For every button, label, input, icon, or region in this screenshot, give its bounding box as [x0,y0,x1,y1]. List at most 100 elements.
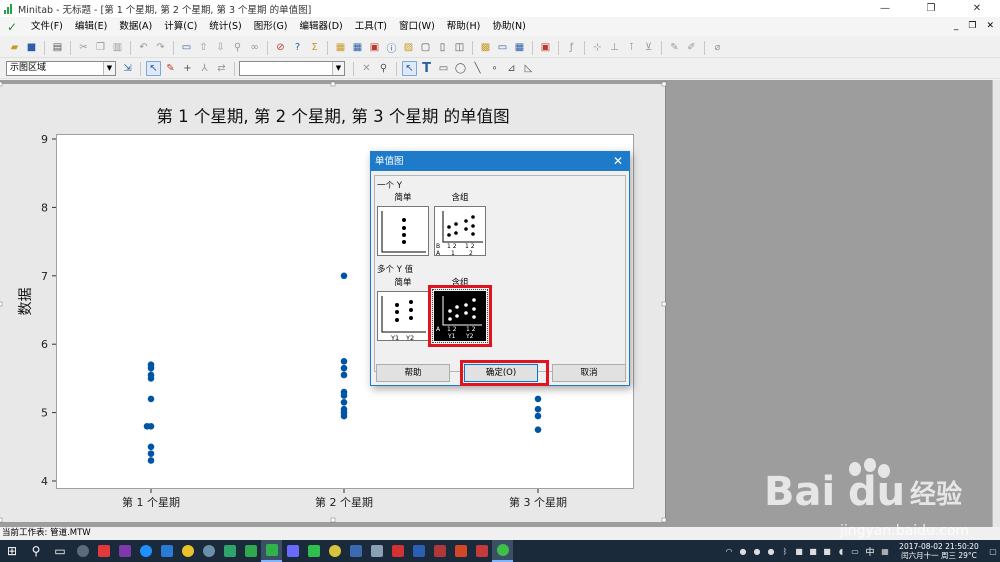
taskbar-app-icon[interactable] [366,540,387,562]
distribute-tool-icon[interactable]: ⊻ [641,40,656,55]
selection-handle[interactable] [661,301,667,307]
menu-edit[interactable]: 编辑(E) [69,17,113,36]
find-icon[interactable]: ⚲ [230,40,245,55]
report-pad-icon[interactable]: ▢ [418,40,433,55]
tile-icon[interactable]: ▭ [495,40,510,55]
print-icon[interactable]: ▤ [50,40,65,55]
edit-last-dialog-icon[interactable]: ▭ [179,40,194,55]
data-point[interactable] [147,395,155,403]
copy-icon[interactable]: ❐ [93,40,108,55]
selection-handle[interactable] [330,517,336,523]
option-multiple-y-simple[interactable]: Y1 Y2 [377,291,429,342]
windows-start-icon[interactable]: ⊞ [0,540,24,562]
taskbar-chrome-icon[interactable] [177,540,198,562]
search-icon[interactable]: ⚲ [24,540,48,562]
cut-icon[interactable]: ✂ [76,40,91,55]
taskbar-app-icon[interactable] [303,540,324,562]
ellipse-tool-icon[interactable]: ◯ [453,61,468,76]
restore-button[interactable]: ❐ [908,0,954,17]
tray-app-icon[interactable]: ■ [806,540,820,562]
data-point[interactable] [534,426,542,434]
task-view-icon[interactable]: ▭ [48,540,72,562]
menu-data[interactable]: 数据(A) [113,17,158,36]
data-point[interactable] [534,395,542,403]
data-point[interactable] [340,358,348,365]
selection-handle[interactable] [0,81,3,87]
taskbar-app-icon[interactable] [219,540,240,562]
mdi-restore-button[interactable]: ❐ [968,17,976,36]
undo-icon[interactable]: ↶ [136,40,151,55]
marker-tool-icon[interactable]: ✐ [684,40,699,55]
data-point[interactable] [340,364,348,372]
info-icon[interactable]: ⓘ [384,40,399,55]
grid-icon[interactable]: ▦ [512,40,527,55]
data-point[interactable] [534,405,542,413]
mdi-minimize-button[interactable]: _ [954,17,959,36]
taskbar-app-icon[interactable] [324,540,345,562]
data-point[interactable] [340,399,348,406]
data-point[interactable] [534,412,542,420]
option-one-y-with-groups[interactable]: B A 1 2 1 2 1 2 [434,206,486,257]
tray-app-icon[interactable]: ● [764,540,778,562]
data-point[interactable] [147,375,155,382]
check-menu-icon[interactable]: ✓ [7,20,21,34]
taskbar-powerpoint-icon[interactable] [450,540,471,562]
menu-help[interactable]: 帮助(H) [441,17,487,36]
taskbar-word-icon[interactable] [408,540,429,562]
selection-handle[interactable] [0,517,3,523]
taskbar-app-icon[interactable] [387,540,408,562]
show-graphs-icon[interactable]: ▩ [478,40,493,55]
zoom-icon[interactable]: ⚲ [376,61,391,76]
menu-graph[interactable]: 图形(G) [248,17,294,36]
project-manager-icon[interactable]: ◫ [452,40,467,55]
help-icon[interactable]: ? [290,40,305,55]
align-tool-icon[interactable]: ⊺ [624,40,639,55]
help-button[interactable]: 帮助 [376,364,450,382]
graph-folder-icon[interactable]: ▣ [367,40,382,55]
menu-calc[interactable]: 计算(C) [158,17,203,36]
input-language-indicator[interactable]: 中 [862,545,878,558]
option-one-y-simple[interactable] [377,206,429,256]
taskbar-store-icon[interactable] [156,540,177,562]
volume-icon[interactable]: ◖ [834,540,848,562]
brush-tool-icon[interactable]: ⊹ [590,40,605,55]
text-tool-icon[interactable]: T [419,61,434,76]
tray-app-icon[interactable]: ● [750,540,764,562]
taskbar-wechat-icon[interactable] [492,540,513,562]
polyline-tool-icon[interactable]: ⊿ [504,61,519,76]
dialog-close-button[interactable]: ✕ [613,152,623,171]
tray-app-icon[interactable]: ● [736,540,750,562]
crosshairs-icon[interactable]: + [180,61,195,76]
line-tool-icon[interactable]: ╲ [470,61,485,76]
paste-icon[interactable]: ▥ [110,40,125,55]
selection-handle[interactable] [0,301,3,307]
arrow-up-icon[interactable]: ⇧ [196,40,211,55]
data-point[interactable] [147,457,155,464]
close-button[interactable]: ✕ [954,0,1000,17]
select-arrow-icon[interactable]: ↖ [146,61,161,76]
stat-guide-icon[interactable]: Σ [307,40,322,55]
taskbar-app-icon[interactable] [429,540,450,562]
taskbar-minitab-icon[interactable] [261,540,282,562]
taskbar-app-icon[interactable] [198,540,219,562]
taskbar-onenote-icon[interactable] [114,540,135,562]
binoculars-icon[interactable]: ∞ [247,40,262,55]
taskbar-app-icon[interactable] [471,540,492,562]
data-point[interactable] [340,371,348,379]
formula-icon[interactable]: ƒ [564,40,579,55]
annotation-select-icon[interactable]: ↖ [402,61,417,76]
taskbar-app-icon[interactable] [93,540,114,562]
crosshair-tool-icon[interactable]: ⊥ [607,40,622,55]
delete-icon[interactable]: ✕ [359,61,374,76]
taskbar-browser-icon[interactable] [135,540,156,562]
arrow-down-icon[interactable]: ⇩ [213,40,228,55]
minimize-button[interactable]: — [862,0,908,17]
clock[interactable]: 2017-08-02 21:50:20 闰六月十一 周三 29°C [892,542,986,560]
polygon-tool-icon[interactable]: ◺ [521,61,536,76]
menu-stat[interactable]: 统计(S) [203,17,247,36]
worksheet-icon[interactable]: ▦ [350,40,365,55]
vertical-scrollbar[interactable] [992,80,1000,527]
data-point[interactable] [147,443,155,451]
new-icon[interactable]: ▯ [435,40,450,55]
data-point[interactable] [143,422,151,430]
